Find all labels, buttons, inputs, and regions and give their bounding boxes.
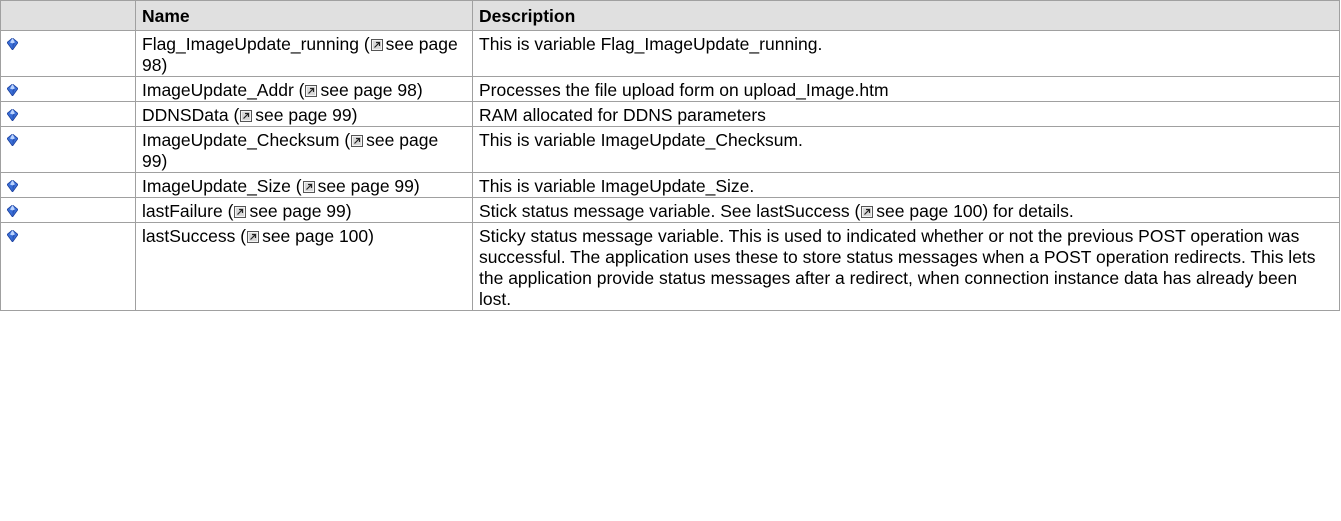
member-name-link[interactable]: ImageUpdate_Addr	[142, 80, 294, 100]
page-reference-icon	[861, 202, 874, 218]
page-reference-icon	[247, 227, 260, 243]
page-ref-label: see page 100	[262, 226, 369, 246]
page-ref-close-paren: )	[416, 80, 423, 100]
description-cell: Processes the file upload form on upload…	[472, 76, 1340, 102]
description-cell: This is variable ImageUpdate_Size.	[472, 172, 1340, 198]
page-ref-link[interactable]: see page 98	[304, 80, 417, 100]
description-text: Sticky status message variable. This is …	[479, 226, 1316, 309]
page-ref-close-paren: )	[161, 55, 168, 75]
member-name-link[interactable]: lastFailure	[142, 201, 223, 221]
members-table: Name Description Flag_ImageUpdate_runnin…	[0, 0, 1340, 311]
description-text-after: ) for details.	[982, 201, 1074, 221]
table-row: lastSuccess (see page 100) Sticky status …	[0, 222, 1340, 311]
description-cell: This is variable Flag_ImageUpdate_runnin…	[472, 30, 1340, 77]
name-cell: DDNSData (see page 99)	[135, 101, 473, 127]
name-cell: Flag_ImageUpdate_running (see page 98)	[135, 30, 473, 77]
row-icon-cell	[0, 172, 136, 198]
description-text: RAM allocated for DDNS parameters	[479, 105, 766, 125]
blue-gem-icon	[6, 201, 19, 218]
description-cell: Stick status message variable. See lastS…	[472, 197, 1340, 223]
name-cell: lastSuccess (see page 100)	[135, 222, 473, 311]
table-row: lastFailure (see page 99) Stick status me…	[0, 197, 1340, 223]
description-text: Processes the file upload form on upload…	[479, 80, 889, 100]
row-icon-cell	[0, 76, 136, 102]
description-cell: RAM allocated for DDNS parameters	[472, 101, 1340, 127]
description-page-ref-label: see page 100	[876, 201, 983, 221]
blue-gem-icon	[6, 80, 19, 97]
row-icon-cell	[0, 222, 136, 311]
table-row: Flag_ImageUpdate_running (see page 98) Th…	[0, 30, 1340, 77]
table-row: ImageUpdate_Addr (see page 98) Processes …	[0, 76, 1340, 102]
member-name-link[interactable]: ImageUpdate_Checksum	[142, 130, 339, 150]
page-ref-close-paren: )	[413, 176, 420, 196]
blue-gem-icon	[6, 130, 19, 147]
description-page-ref-link[interactable]: see page 100	[860, 201, 982, 221]
page-reference-icon	[234, 202, 247, 218]
member-name-link[interactable]: lastSuccess	[142, 226, 235, 246]
member-name-link[interactable]: DDNSData	[142, 105, 229, 125]
member-name-link[interactable]: ImageUpdate_Size	[142, 176, 291, 196]
page-ref-close-paren: )	[351, 105, 358, 125]
description-text: This is variable ImageUpdate_Size.	[479, 176, 755, 196]
description-text: This is variable Flag_ImageUpdate_runnin…	[479, 34, 823, 54]
row-icon-cell	[0, 30, 136, 77]
page-ref-close-paren: )	[345, 201, 352, 221]
table-row: ImageUpdate_Size ( see page 99) This is va…	[0, 172, 1340, 198]
table-body: Flag_ImageUpdate_running (see page 98) Th…	[0, 30, 1340, 311]
table-header-row: Name Description	[0, 0, 1340, 31]
page-reference-icon	[305, 81, 318, 97]
name-cell: ImageUpdate_Checksum (see page 99)	[135, 126, 473, 173]
description-text: This is variable ImageUpdate_Checksum.	[479, 130, 803, 150]
description-cell: This is variable ImageUpdate_Checksum.	[472, 126, 1340, 173]
blue-gem-icon	[6, 176, 19, 193]
table-row: ImageUpdate_Checksum (see page 99) This i…	[0, 126, 1340, 173]
row-icon-cell	[0, 197, 136, 223]
page-ref-label: see page 99	[317, 176, 414, 196]
page-ref-label: see page 99	[255, 105, 352, 125]
page-ref-label: see page 99	[249, 201, 346, 221]
page-ref-open-paren: (	[363, 34, 370, 54]
row-icon-cell	[0, 126, 136, 173]
page-ref-close-paren: )	[368, 226, 374, 246]
header-name: Name	[135, 0, 473, 31]
member-name-link[interactable]: Flag_ImageUpdate_running	[142, 34, 359, 54]
description-text: Stick status message variable. See lastS…	[479, 201, 861, 221]
page-reference-icon	[370, 35, 383, 51]
table-row: DDNSData (see page 99) RAM allocated for …	[0, 101, 1340, 127]
page-ref-close-paren: )	[161, 151, 168, 171]
name-cell: lastFailure (see page 99)	[135, 197, 473, 223]
blue-gem-icon	[6, 105, 19, 122]
page-reference-icon	[240, 106, 253, 122]
page-reference-icon	[302, 177, 315, 193]
page-ref-open-paren: (	[295, 176, 302, 196]
page-ref-link[interactable]: see page 100	[246, 226, 368, 246]
page-reference-icon	[351, 131, 364, 147]
row-icon-cell	[0, 101, 136, 127]
header-description: Description	[472, 0, 1340, 31]
page-ref-link[interactable]: see page 99	[233, 201, 346, 221]
name-cell: ImageUpdate_Size ( see page 99)	[135, 172, 473, 198]
blue-gem-icon	[6, 34, 19, 51]
header-icon-column	[0, 0, 136, 31]
name-cell: ImageUpdate_Addr (see page 98)	[135, 76, 473, 102]
blue-gem-icon	[6, 226, 19, 243]
page-ref-label: see page 98	[320, 80, 417, 100]
description-cell: Sticky status message variable. This is …	[472, 222, 1340, 311]
page-ref-link[interactable]: see page 99	[239, 105, 352, 125]
page-ref-link[interactable]: see page 99	[302, 176, 414, 196]
